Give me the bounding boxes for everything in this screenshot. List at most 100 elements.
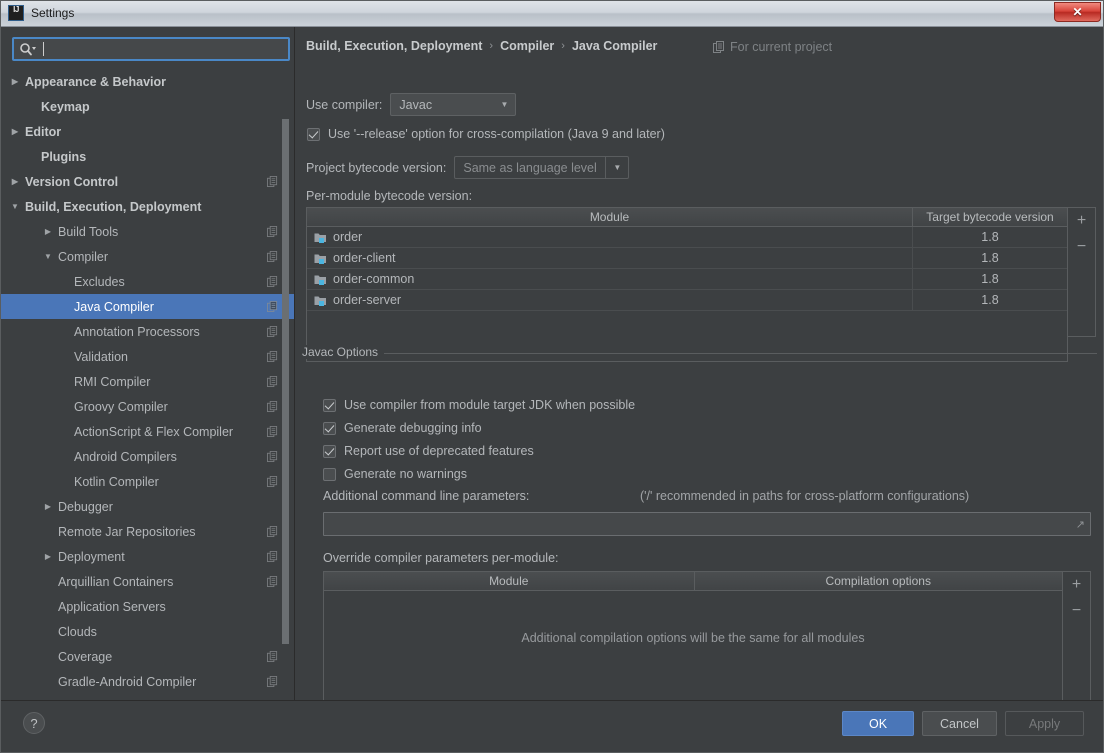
sidebar-item-label: Remote Jar Repositories xyxy=(58,524,196,539)
sidebar-item-build-execution-deployment[interactable]: ▼ Build, Execution, Deployment xyxy=(1,194,294,219)
breadcrumb-part-1[interactable]: Compiler xyxy=(500,39,554,53)
configurable-scope-icon xyxy=(267,276,278,287)
project-bytecode-dropdown[interactable]: Same as language level ▼ xyxy=(454,156,630,179)
sidebar-item-label: Compiler xyxy=(58,249,109,264)
chevron-right-icon[interactable]: ▶ xyxy=(9,177,21,186)
add-module-button[interactable]: + xyxy=(1068,208,1095,234)
sidebar-item-validation[interactable]: Validation xyxy=(1,344,294,369)
sidebar-scrollbar-thumb[interactable] xyxy=(282,119,289,644)
sidebar-item-excludes[interactable]: Excludes xyxy=(1,269,294,294)
sidebar-item-java-compiler[interactable]: Java Compiler xyxy=(1,294,294,319)
configurable-scope-icon xyxy=(267,551,278,562)
sidebar-item-editor[interactable]: ▶ Editor xyxy=(1,119,294,144)
sidebar-item-coverage[interactable]: Coverage xyxy=(1,644,294,669)
sidebar-item-label: Editor xyxy=(25,124,62,139)
configurable-scope-icon xyxy=(267,576,278,587)
sidebar-item-application-servers[interactable]: Application Servers xyxy=(1,594,294,619)
additional-params-hint: ('/' recommended in paths for cross-plat… xyxy=(640,489,970,503)
sidebar-item-compiler[interactable]: ▼ Compiler xyxy=(1,244,294,269)
javac-options-title: Javac Options xyxy=(302,345,385,359)
cell-target-bytecode-version[interactable]: 1.8 xyxy=(912,290,1067,310)
use-release-option-label: Use '--release' option for cross-compila… xyxy=(328,127,665,141)
chevron-right-icon[interactable]: ▶ xyxy=(42,552,54,561)
sidebar-item-android-compilers[interactable]: Android Compilers xyxy=(1,444,294,469)
ok-button[interactable]: OK xyxy=(842,711,914,736)
table-row[interactable]: order 1.8 xyxy=(307,227,1067,248)
module-name: order-client xyxy=(333,251,396,265)
sidebar-item-groovy-compiler[interactable]: Groovy Compiler xyxy=(1,394,294,419)
search-input[interactable] xyxy=(12,37,290,61)
module-name: order-server xyxy=(333,293,402,307)
cell-module: order xyxy=(307,227,912,247)
close-icon: ✕ xyxy=(1072,5,1083,19)
sidebar-item-gradle-android-compiler[interactable]: Gradle-Android Compiler xyxy=(1,669,294,694)
javac-option-checkbox-generate-debugging-info[interactable] xyxy=(323,421,336,435)
chevron-right-icon[interactable]: ▶ xyxy=(9,77,21,86)
project-bytecode-row: Project bytecode version: Same as langua… xyxy=(306,156,630,179)
chevron-right-icon[interactable]: ▶ xyxy=(42,502,54,511)
sidebar-item-appearance-behavior[interactable]: ▶ Appearance & Behavior xyxy=(1,69,294,94)
use-release-option-checkbox[interactable] xyxy=(307,127,320,141)
sidebar-item-arquillian-containers[interactable]: Arquillian Containers xyxy=(1,569,294,594)
sidebar-item-label: Java Compiler xyxy=(74,299,154,314)
settings-dialog: Settings ✕ ▶Appearance & BehaviorKeymap▶… xyxy=(0,0,1104,753)
use-compiler-dropdown[interactable]: Javac ▼ xyxy=(390,93,517,116)
apply-button[interactable]: Apply xyxy=(1005,711,1084,736)
table-row[interactable]: order-server 1.8 xyxy=(307,290,1067,311)
sidebar-item-label: Build, Execution, Deployment xyxy=(25,199,202,214)
remove-module-button[interactable]: − xyxy=(1068,234,1095,260)
javac-option-checkbox-report-use-of-deprecated-features[interactable] xyxy=(323,444,336,458)
add-override-button[interactable]: + xyxy=(1063,572,1090,598)
text-caret xyxy=(43,42,44,56)
sidebar-item-annotation-processors[interactable]: Annotation Processors xyxy=(1,319,294,344)
configurable-scope-icon xyxy=(267,351,278,362)
javac-option-checkbox-use-compiler-from-module-target-jdk-when-possible[interactable] xyxy=(323,398,336,412)
window-title: Settings xyxy=(31,6,75,20)
module-name: order-common xyxy=(333,272,415,286)
sidebar-item-debugger[interactable]: ▶ Debugger xyxy=(1,494,294,519)
sidebar-item-version-control[interactable]: ▶ Version Control xyxy=(1,169,294,194)
sidebar-item-keymap[interactable]: Keymap xyxy=(1,94,294,119)
remove-override-button[interactable]: − xyxy=(1063,598,1090,624)
expand-icon[interactable]: ↗ xyxy=(1076,518,1085,531)
sidebar-item-clouds[interactable]: Clouds xyxy=(1,619,294,644)
chevron-down-icon[interactable]: ▼ xyxy=(9,202,21,211)
cancel-button[interactable]: Cancel xyxy=(922,711,997,736)
cell-target-bytecode-version[interactable]: 1.8 xyxy=(912,227,1067,247)
sidebar-item-build-tools[interactable]: ▶ Build Tools xyxy=(1,219,294,244)
help-button[interactable]: ? xyxy=(23,712,45,734)
sidebar-item-actionscript-flex-compiler[interactable]: ActionScript & Flex Compiler xyxy=(1,419,294,444)
settings-sidebar: ▶ Appearance & Behavior Keymap ▶ Editor Plugi… xyxy=(1,27,295,700)
javac-option-row-report-use-of-deprecated-features[interactable]: Report use of deprecated features xyxy=(323,444,534,458)
cell-target-bytecode-version[interactable]: 1.8 xyxy=(912,269,1067,289)
chevron-right-icon[interactable]: ▶ xyxy=(42,227,54,236)
sidebar-item-remote-jar-repositories[interactable]: Remote Jar Repositories xyxy=(1,519,294,544)
sidebar-item-rmi-compiler[interactable]: RMI Compiler xyxy=(1,369,294,394)
sidebar-item-kotlin-compiler[interactable]: Kotlin Compiler xyxy=(1,469,294,494)
breadcrumb-part-0[interactable]: Build, Execution, Deployment xyxy=(306,39,482,53)
column-header-module[interactable]: Module xyxy=(324,572,694,590)
sidebar-item-label: Build Tools xyxy=(58,224,119,239)
sidebar-item-deployment[interactable]: ▶ Deployment xyxy=(1,544,294,569)
use-release-option-row[interactable]: Use '--release' option for cross-compila… xyxy=(307,127,665,141)
configurable-scope-icon xyxy=(267,176,278,187)
table-row[interactable]: order-client 1.8 xyxy=(307,248,1067,269)
chevron-down-icon[interactable]: ▼ xyxy=(42,252,54,261)
sidebar-item-plugins[interactable]: Plugins xyxy=(1,144,294,169)
javac-option-row-generate-debugging-info[interactable]: Generate debugging info xyxy=(323,421,482,435)
sidebar-item-label: Groovy Compiler xyxy=(74,399,168,414)
title-bar: Settings ✕ xyxy=(1,1,1103,27)
cell-target-bytecode-version[interactable]: 1.8 xyxy=(912,248,1067,268)
additional-params-input[interactable]: ↗ xyxy=(323,512,1091,536)
javac-option-row-use-compiler-from-module-target-jdk-when-possible[interactable]: Use compiler from module target JDK when… xyxy=(323,398,635,412)
column-header-target-bytecode[interactable]: Target bytecode version xyxy=(912,208,1067,226)
table-header-row: Module Compilation options xyxy=(324,572,1062,591)
javac-option-checkbox-generate-no-warnings[interactable] xyxy=(323,467,336,481)
sidebar-scrollbar-track[interactable] xyxy=(282,71,292,700)
column-header-module[interactable]: Module xyxy=(307,208,912,226)
column-header-compilation-options[interactable]: Compilation options xyxy=(693,572,1063,590)
close-button[interactable]: ✕ xyxy=(1054,2,1101,22)
table-row[interactable]: order-common 1.8 xyxy=(307,269,1067,290)
javac-option-row-generate-no-warnings[interactable]: Generate no warnings xyxy=(323,467,467,481)
chevron-right-icon[interactable]: ▶ xyxy=(9,127,21,136)
